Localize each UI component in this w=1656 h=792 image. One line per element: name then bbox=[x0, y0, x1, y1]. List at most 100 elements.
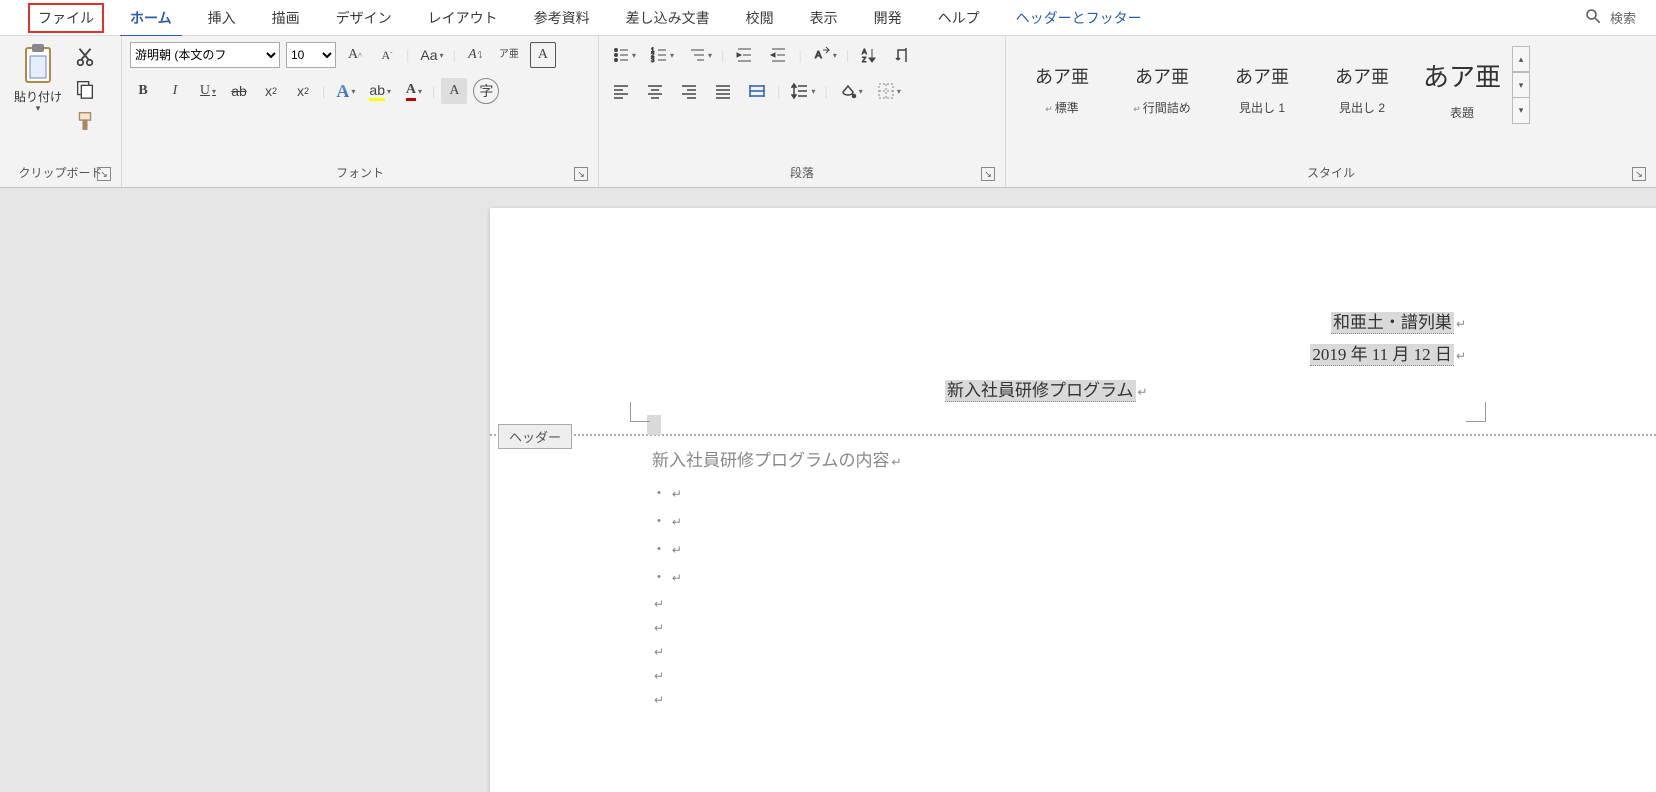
paragraph-group-label: 段落 bbox=[790, 166, 814, 180]
body-zone[interactable]: 新入社員研修プログラムの内容↵ ・ ↵ ・ ↵ ・ ↵ ・ ↵ ↵ ↵ ↵ ↵ … bbox=[490, 436, 1656, 707]
tab-file[interactable]: ファイル bbox=[28, 3, 104, 33]
borders-button[interactable] bbox=[872, 78, 904, 104]
cut-icon[interactable] bbox=[74, 46, 96, 68]
enclose-char-button[interactable]: 字 bbox=[473, 78, 499, 104]
group-paragraph: 123 | | A | AZ | bbox=[599, 36, 1006, 187]
tab-mailings[interactable]: 差し込み文書 bbox=[616, 2, 720, 34]
style-no-spacing[interactable]: あア亜 ↵行間詰め bbox=[1114, 46, 1210, 132]
header-zone[interactable]: 和亜土・譜列巣↵ 2019 年 11 月 12 日↵ 新入社員研修プログラム↵ … bbox=[490, 208, 1656, 436]
styles-scroll-down[interactable]: ▾ bbox=[1512, 72, 1530, 98]
empty-4: ↵ bbox=[652, 667, 1656, 683]
show-marks-button[interactable] bbox=[889, 42, 917, 68]
align-right-button[interactable] bbox=[675, 78, 703, 104]
svg-text:A: A bbox=[815, 50, 822, 61]
tab-insert[interactable]: 挿入 bbox=[198, 2, 246, 34]
svg-text:Z: Z bbox=[862, 57, 867, 64]
highlight-button[interactable]: ab bbox=[364, 78, 394, 104]
font-name-select[interactable]: 游明朝 (本文のフ bbox=[130, 42, 280, 68]
tab-developer[interactable]: 開発 bbox=[864, 2, 912, 34]
tab-help[interactable]: ヘルプ bbox=[928, 2, 990, 34]
decrease-indent-button[interactable] bbox=[730, 42, 758, 68]
styles-expand[interactable]: ▾ bbox=[1512, 98, 1530, 124]
strikethrough-button[interactable]: ab bbox=[226, 78, 252, 104]
copy-icon[interactable] bbox=[74, 78, 96, 100]
paste-icon[interactable] bbox=[21, 42, 55, 86]
align-center-button[interactable] bbox=[641, 78, 669, 104]
ribbon: 貼り付け ▾ クリップボード ↘ bbox=[0, 36, 1656, 188]
change-case-button[interactable]: Aa bbox=[415, 42, 446, 68]
group-clipboard: 貼り付け ▾ クリップボード ↘ bbox=[0, 36, 122, 187]
tab-header-footer[interactable]: ヘッダーとフッター bbox=[1006, 2, 1152, 34]
page[interactable]: 和亜土・譜列巣↵ 2019 年 11 月 12 日↵ 新入社員研修プログラム↵ … bbox=[490, 208, 1656, 792]
style-heading1[interactable]: あア亜 見出し 1 bbox=[1214, 46, 1310, 132]
margin-corner-bl bbox=[630, 402, 650, 422]
grow-font-button[interactable]: A^ bbox=[342, 42, 368, 68]
search-label: 検索 bbox=[1610, 8, 1636, 27]
style-normal[interactable]: あア亜 ↵標準 bbox=[1014, 46, 1110, 132]
styles-dialog-launcher[interactable]: ↘ bbox=[1632, 167, 1646, 181]
header-line1[interactable]: 和亜土・譜列巣 bbox=[1331, 312, 1454, 334]
margin-corner-br bbox=[1466, 402, 1486, 422]
styles-group-label: スタイル bbox=[1307, 166, 1355, 180]
search-icon bbox=[1584, 7, 1602, 28]
font-dialog-launcher[interactable]: ↘ bbox=[574, 167, 588, 181]
header-tag: ヘッダー bbox=[498, 424, 572, 449]
tab-references[interactable]: 参考資料 bbox=[524, 2, 600, 34]
empty-1: ↵ bbox=[652, 595, 1656, 611]
styles-scroll-up[interactable]: ▴ bbox=[1512, 46, 1530, 72]
header-line3[interactable]: 新入社員研修プログラム bbox=[945, 380, 1136, 402]
bullet-4: ・ ↵ bbox=[652, 567, 1656, 587]
empty-2: ↵ bbox=[652, 619, 1656, 635]
tab-design[interactable]: デザイン bbox=[326, 2, 402, 34]
underline-button[interactable]: U bbox=[194, 78, 220, 104]
style-heading2[interactable]: あア亜 見出し 2 bbox=[1314, 46, 1410, 132]
paste-dropdown-icon[interactable]: ▾ bbox=[36, 103, 41, 114]
shading-button[interactable] bbox=[834, 78, 866, 104]
empty-3: ↵ bbox=[652, 643, 1656, 659]
ribbon-tabs: ファイル ホーム 挿入 描画 デザイン レイアウト 参考資料 差し込み文書 校閲… bbox=[0, 0, 1656, 36]
phonetic-guide-button[interactable]: ア亜 bbox=[494, 42, 524, 68]
clear-formatting-button[interactable]: A⭛ bbox=[462, 42, 488, 68]
bullet-1: ・ ↵ bbox=[652, 483, 1656, 503]
search-block[interactable]: 検索 bbox=[1584, 7, 1636, 28]
paragraph-dialog-launcher[interactable]: ↘ bbox=[981, 167, 995, 181]
clipboard-dialog-launcher[interactable]: ↘ bbox=[97, 167, 111, 181]
svg-text:3: 3 bbox=[651, 58, 655, 64]
font-color-button[interactable]: A bbox=[400, 78, 426, 104]
sort-button[interactable]: AZ bbox=[855, 42, 883, 68]
shrink-font-button[interactable]: Aˇ bbox=[374, 42, 400, 68]
group-font: 游明朝 (本文のフ 10 A^ Aˇ | Aa | A⭛ ア亜 A B I U … bbox=[122, 36, 599, 187]
align-left-button[interactable] bbox=[607, 78, 635, 104]
increase-indent-button[interactable] bbox=[764, 42, 792, 68]
tab-home[interactable]: ホーム bbox=[120, 2, 182, 34]
bullets-button[interactable] bbox=[607, 42, 639, 68]
bullet-3: ・ ↵ bbox=[652, 539, 1656, 559]
empty-5: ↵ bbox=[652, 691, 1656, 707]
justify-button[interactable] bbox=[709, 78, 737, 104]
enclose-characters-button[interactable]: A bbox=[530, 42, 556, 68]
text-direction-button[interactable]: A bbox=[808, 42, 840, 68]
bold-button[interactable]: B bbox=[130, 78, 156, 104]
tab-review[interactable]: 校閲 bbox=[736, 2, 784, 34]
tab-layout[interactable]: レイアウト bbox=[418, 2, 508, 34]
subscript-button[interactable]: x2 bbox=[258, 78, 284, 104]
style-title[interactable]: あア亜 表題 bbox=[1414, 46, 1510, 132]
font-group-label: フォント bbox=[336, 166, 384, 180]
font-size-select[interactable]: 10 bbox=[286, 42, 336, 68]
tab-draw[interactable]: 描画 bbox=[262, 2, 310, 34]
format-painter-icon[interactable] bbox=[74, 110, 96, 132]
italic-button[interactable]: I bbox=[162, 78, 188, 104]
styles-gallery: あア亜 ↵標準 あア亜 ↵行間詰め あア亜 見出し 1 あア亜 見出し 2 あア… bbox=[1014, 42, 1510, 160]
numbering-button[interactable]: 123 bbox=[645, 42, 677, 68]
text-effects-button[interactable]: A bbox=[331, 78, 358, 104]
header-line2[interactable]: 2019 年 11 月 12 日 bbox=[1310, 344, 1454, 366]
bullet-2: ・ ↵ bbox=[652, 511, 1656, 531]
character-shading-button[interactable]: A bbox=[441, 78, 467, 104]
clipboard-group-label: クリップボード bbox=[18, 166, 102, 180]
document-area[interactable]: 和亜土・譜列巣↵ 2019 年 11 月 12 日↵ 新入社員研修プログラム↵ … bbox=[0, 188, 1656, 792]
tab-view[interactable]: 表示 bbox=[800, 2, 848, 34]
superscript-button[interactable]: x2 bbox=[290, 78, 316, 104]
distribute-button[interactable] bbox=[743, 78, 771, 104]
multilevel-list-button[interactable] bbox=[683, 42, 715, 68]
line-spacing-button[interactable] bbox=[786, 78, 818, 104]
